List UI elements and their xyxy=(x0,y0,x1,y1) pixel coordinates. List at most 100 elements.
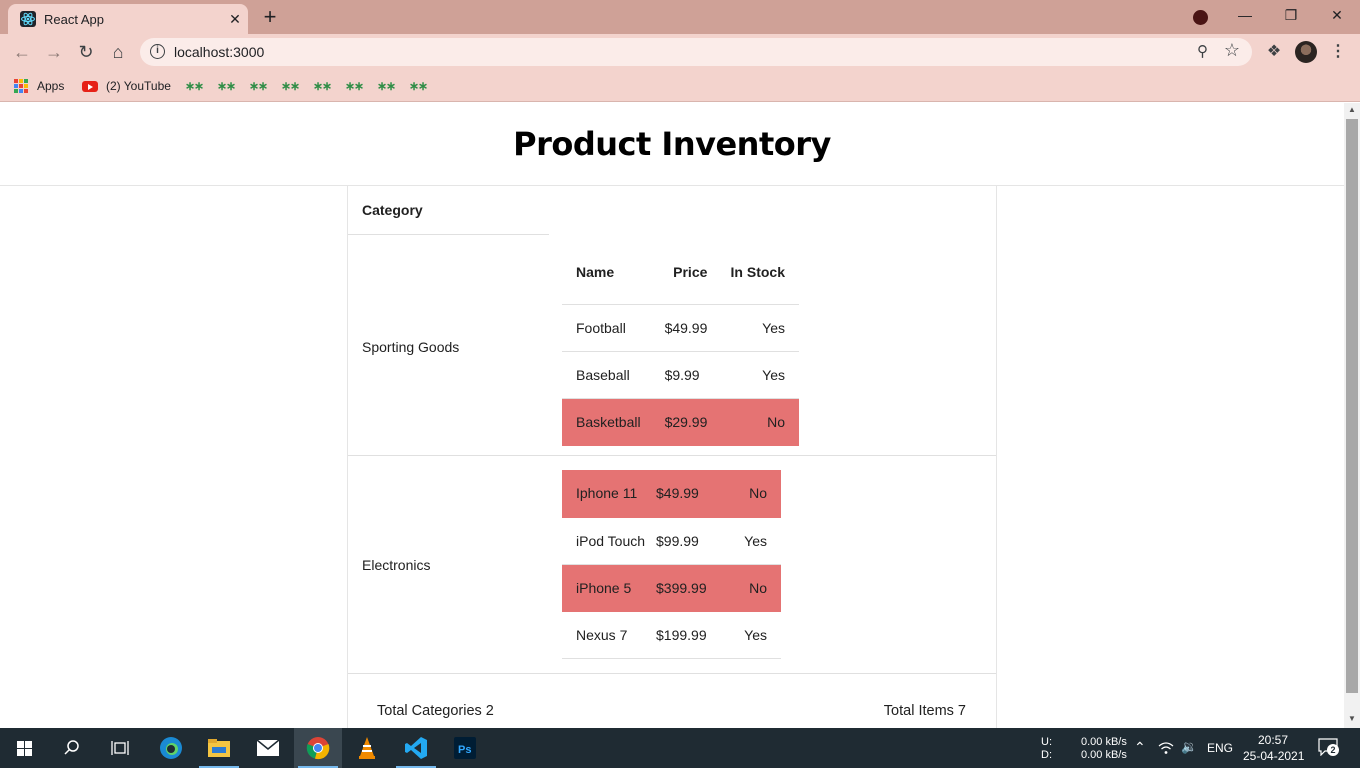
clock-time[interactable]: 20:57 xyxy=(1258,733,1288,747)
tab-strip: React App ✕ + — ❐ ✕ xyxy=(0,0,1360,34)
product-row: Football $49.99 Yes xyxy=(562,304,799,352)
category-header-divider xyxy=(348,234,549,235)
restore-button[interactable]: ❐ xyxy=(1268,0,1314,32)
bookmark-youtube[interactable]: (2) YouTube xyxy=(82,76,171,96)
bookmark-apps-label: Apps xyxy=(37,79,65,93)
mail-icon[interactable] xyxy=(244,728,292,768)
product-stock: No xyxy=(731,470,781,518)
column-stock-header: In Stock xyxy=(707,241,799,305)
react-icon xyxy=(20,11,36,27)
bookmark-gfg-1[interactable]: ∗∗ xyxy=(185,76,204,96)
url-text[interactable]: localhost:3000 xyxy=(174,44,264,60)
bookmark-gfg-5[interactable]: ∗∗ xyxy=(313,76,332,96)
product-price: $49.99 xyxy=(656,470,731,518)
product-table-header: Name Price In Stock xyxy=(562,241,799,305)
edge-icon[interactable] xyxy=(147,728,195,768)
vertical-scrollbar[interactable]: ▲ ▼ xyxy=(1344,103,1360,728)
vscode-icon[interactable] xyxy=(392,728,440,768)
product-row: Baseball $9.99 Yes xyxy=(562,351,799,399)
new-tab-button[interactable]: + xyxy=(258,4,282,30)
column-price-header: Price xyxy=(652,241,708,305)
page-title: Product Inventory xyxy=(513,125,831,163)
category-header: Category xyxy=(362,202,423,218)
close-window-button[interactable]: ✕ xyxy=(1314,0,1360,32)
language-indicator[interactable]: ENG xyxy=(1207,741,1233,755)
bookmark-star-icon[interactable]: ☆ xyxy=(1224,40,1240,61)
product-table-sporting-goods: Name Price In Stock Football $49.99 Yes … xyxy=(562,241,799,446)
product-name: Baseball xyxy=(562,351,653,399)
forward-icon[interactable]: → xyxy=(42,40,66,64)
close-tab-icon[interactable]: ✕ xyxy=(222,11,248,28)
volume-icon[interactable]: 🔉 xyxy=(1181,739,1197,755)
clock-date[interactable]: 25-04-2021 xyxy=(1243,749,1304,763)
bookmark-gfg-3[interactable]: ∗∗ xyxy=(249,76,268,96)
notifications-button[interactable]: 2 xyxy=(1318,738,1339,757)
photoshop-icon[interactable]: Ps xyxy=(441,728,489,768)
product-name: iPod Touch xyxy=(562,517,656,565)
address-bar[interactable]: i localhost:3000 ⚲ ☆ xyxy=(140,38,1252,66)
product-stock: No xyxy=(731,564,781,612)
product-price: $399.99 xyxy=(656,564,731,612)
chrome-menu-icon[interactable]: ⋮ xyxy=(1326,40,1350,64)
scroll-down-icon[interactable]: ▼ xyxy=(1344,712,1360,726)
product-row: iPod Touch $99.99 Yes xyxy=(562,517,781,565)
bookmark-youtube-label: (2) YouTube xyxy=(106,79,171,93)
bookmark-apps[interactable]: Apps xyxy=(14,76,64,96)
category-row-divider xyxy=(348,673,996,674)
total-items: Total Items 7 xyxy=(883,703,966,719)
apps-grid-icon xyxy=(14,79,28,93)
product-name: iPhone 5 xyxy=(562,564,656,612)
vlc-icon[interactable] xyxy=(343,728,391,768)
net-upload-speed: 0.00 kB/s xyxy=(1081,736,1127,748)
product-row-out-of-stock: iPhone 5 $399.99 No xyxy=(562,564,781,612)
reload-icon[interactable]: ↻ xyxy=(74,40,98,64)
chrome-profile-icon[interactable] xyxy=(1193,10,1208,25)
column-name-header: Name xyxy=(562,241,653,305)
product-name: Basketball xyxy=(562,398,653,446)
total-categories: Total Categories 2 xyxy=(377,703,494,719)
wifi-icon[interactable] xyxy=(1158,741,1174,755)
notification-count-badge: 2 xyxy=(1327,744,1339,756)
product-stock: Yes xyxy=(707,304,799,352)
search-icon[interactable] xyxy=(48,728,96,768)
bookmark-gfg-8[interactable]: ∗∗ xyxy=(409,76,428,96)
product-row-out-of-stock: Basketball $29.99 No xyxy=(562,398,799,446)
product-row: Nexus 7 $199.99 Yes xyxy=(562,611,781,659)
chevron-up-icon[interactable]: ⌃ xyxy=(1134,739,1146,756)
avatar[interactable] xyxy=(1295,41,1317,63)
zoom-icon[interactable]: ⚲ xyxy=(1197,42,1208,60)
site-info-icon[interactable]: i xyxy=(150,44,165,59)
windows-logo-icon xyxy=(16,740,32,756)
scroll-thumb[interactable] xyxy=(1346,119,1358,693)
bookmark-gfg-2[interactable]: ∗∗ xyxy=(217,76,236,96)
net-download-label: D: xyxy=(1041,749,1052,761)
inventory-panel: Category Sporting Goods Name Price In St… xyxy=(347,186,997,728)
product-stock: No xyxy=(707,398,799,446)
minimize-button[interactable]: — xyxy=(1222,0,1268,32)
bookmark-gfg-4[interactable]: ∗∗ xyxy=(281,76,300,96)
browser-toolbar: ← → ↻ ⌂ i localhost:3000 ⚲ ☆ ❖ ⋮ xyxy=(0,34,1360,70)
bookmarks-bar: Apps (2) YouTube ∗∗ ∗∗ ∗∗ ∗∗ ∗∗ ∗∗ ∗∗ ∗∗ xyxy=(0,70,1360,102)
task-view-icon[interactable] xyxy=(96,728,144,768)
start-button[interactable] xyxy=(0,728,48,768)
net-download-speed: 0.00 kB/s xyxy=(1081,749,1127,761)
home-icon[interactable]: ⌂ xyxy=(106,40,130,64)
windows-taskbar: Ps U: D: 0.00 kB/s 0.00 kB/s ⌃ 🔉 ENG 20:… xyxy=(0,728,1360,768)
back-icon[interactable]: ← xyxy=(10,40,34,64)
scroll-up-icon[interactable]: ▲ xyxy=(1344,103,1360,117)
youtube-icon xyxy=(82,80,98,92)
bookmark-gfg-6[interactable]: ∗∗ xyxy=(345,76,364,96)
page-viewport: Product Inventory Category Sporting Good… xyxy=(0,103,1344,728)
file-explorer-icon[interactable] xyxy=(195,728,243,768)
net-upload-label: U: xyxy=(1041,736,1052,748)
bookmark-gfg-7[interactable]: ∗∗ xyxy=(377,76,396,96)
tab-react-app[interactable]: React App ✕ xyxy=(8,4,248,34)
category-label-electronics: Electronics xyxy=(362,557,431,573)
product-stock: Yes xyxy=(707,351,799,399)
product-price: $99.99 xyxy=(656,517,731,565)
extensions-puzzle-icon[interactable]: ❖ xyxy=(1262,40,1286,64)
product-table-electronics: Iphone 11 $49.99 No iPod Touch $99.99 Ye… xyxy=(562,470,781,659)
product-price: $49.99 xyxy=(652,304,708,352)
product-price: $199.99 xyxy=(656,611,731,659)
chrome-icon[interactable] xyxy=(294,728,342,768)
